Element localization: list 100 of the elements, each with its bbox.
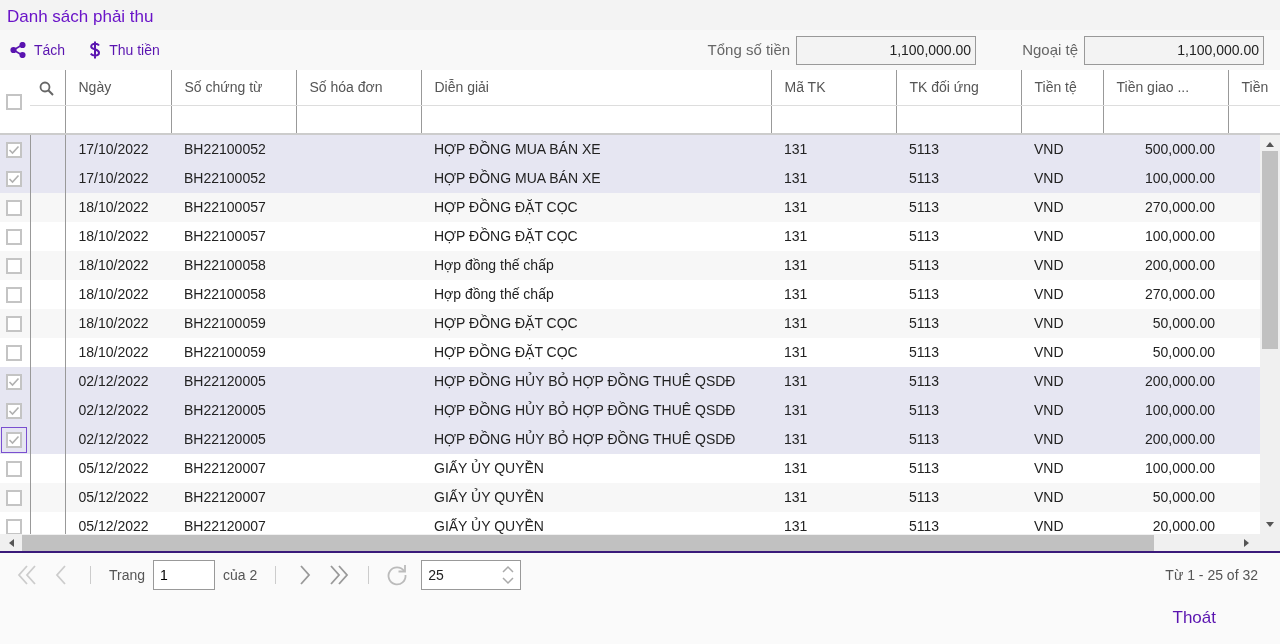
amount-field[interactable]: 1,100,000.00 xyxy=(796,35,977,65)
check-icon xyxy=(8,375,20,388)
search-icon[interactable] xyxy=(39,80,54,96)
scroll-right-icon[interactable] xyxy=(1244,538,1250,547)
page-count: của 2 xyxy=(223,565,258,585)
window-title: Danh sách phải thu xyxy=(0,0,1280,30)
toolbar-button[interactable]: Tách xyxy=(10,39,66,61)
table-cell: VND xyxy=(1021,135,1103,164)
field-label: Tổng số tiền xyxy=(707,39,791,60)
table-cell: 500,000.00 xyxy=(1103,135,1228,164)
table-cell: 17/10/2022 xyxy=(65,164,171,193)
table-cell: 50,000.00 xyxy=(1103,309,1228,338)
table-cell: BH22100059 xyxy=(171,309,296,338)
table-cell: 02/12/2022 xyxy=(65,367,171,396)
table-cell: 5113 xyxy=(896,367,1021,396)
table-cell: Hợp đồng thế chấp xyxy=(421,251,771,280)
table-cell: 100,000.00 xyxy=(1103,164,1228,193)
table-cell: 5113 xyxy=(896,251,1021,280)
table-cell: HỢP ĐỒNG HỦY BỎ HỢP ĐỒNG THUÊ QSDĐ xyxy=(421,396,771,425)
table-cell: HỢP ĐỒNG ĐẶT CỌC xyxy=(421,222,771,251)
table-cell: HỢP ĐỒNG HỦY BỎ HỢP ĐỒNG THUÊ QSDĐ xyxy=(421,367,771,396)
exit-button[interactable]: Thoát xyxy=(1172,605,1216,631)
scroll-down-icon[interactable] xyxy=(1266,522,1274,528)
table-cell: 20,000.00 xyxy=(1103,512,1228,534)
share-icon xyxy=(10,42,26,58)
table-cell: 50,000.00 xyxy=(1103,483,1228,512)
table-cell: 100,000.00 xyxy=(1103,454,1228,483)
table-cell: 131 xyxy=(771,454,896,483)
table-cell: VND xyxy=(1021,164,1103,193)
column-header[interactable]: TK đối ứng xyxy=(896,70,1021,105)
table-cell: 18/10/2022 xyxy=(65,251,171,280)
vertical-scrollbar[interactable] xyxy=(1260,135,1280,534)
table-cell: 131 xyxy=(771,512,896,534)
spinner-icon[interactable] xyxy=(502,565,515,585)
dollar-icon xyxy=(89,41,102,59)
column-header[interactable]: Diễn giải xyxy=(421,70,771,105)
toolbar-button[interactable]: Thu tiền xyxy=(89,39,160,61)
table-cell: 131 xyxy=(771,309,896,338)
check-icon xyxy=(8,143,20,156)
table-cell: HỢP ĐỒNG ĐẶT CỌC xyxy=(421,193,771,222)
table-cell: 131 xyxy=(771,338,896,367)
table-cell: 270,000.00 xyxy=(1103,280,1228,309)
scroll-left-icon[interactable] xyxy=(8,538,14,547)
table-cell: 200,000.00 xyxy=(1103,425,1228,454)
table-cell: 131 xyxy=(771,483,896,512)
page-field[interactable]: 1 xyxy=(153,560,216,590)
table-cell: BH22100057 xyxy=(171,222,296,251)
table-cell: 131 xyxy=(771,280,896,309)
table-cell: VND xyxy=(1021,338,1103,367)
column-header[interactable]: Tiền xyxy=(1228,70,1280,105)
table-cell: VND xyxy=(1021,396,1103,425)
table-cell: 5113 xyxy=(896,309,1021,338)
horizontal-scrollbar[interactable] xyxy=(0,534,1280,553)
table-cell: HỢP ĐỒNG ĐẶT CỌC xyxy=(421,309,771,338)
table-cell: 270,000.00 xyxy=(1103,193,1228,222)
table-cell: 131 xyxy=(771,367,896,396)
record-range: Từ 1 - 25 of 32 xyxy=(1165,565,1258,585)
column-header[interactable]: Tiền tệ xyxy=(1021,70,1103,105)
table-cell: HỢP ĐỒNG ĐẶT CỌC xyxy=(421,338,771,367)
table-cell: 05/12/2022 xyxy=(65,483,171,512)
amount-field[interactable]: 1,100,000.00 xyxy=(1084,35,1264,65)
table-cell: 131 xyxy=(771,135,896,164)
checkbox[interactable] xyxy=(1,426,27,453)
table-cell: 5113 xyxy=(896,135,1021,164)
table-cell: VND xyxy=(1021,367,1103,396)
page-size-field[interactable]: 25 xyxy=(421,560,522,590)
table-cell: BH22120007 xyxy=(171,454,296,483)
table-cell: 131 xyxy=(771,425,896,454)
page-label: Trang xyxy=(109,565,146,585)
table-cell: 18/10/2022 xyxy=(65,193,171,222)
table-cell: 131 xyxy=(771,222,896,251)
table-cell: VND xyxy=(1021,193,1103,222)
column-header[interactable]: Số hóa đơn xyxy=(296,70,421,105)
table-cell: 100,000.00 xyxy=(1103,396,1228,425)
table-cell: 5113 xyxy=(896,338,1021,367)
table-cell: 18/10/2022 xyxy=(65,222,171,251)
table-cell: VND xyxy=(1021,454,1103,483)
table-cell: 50,000.00 xyxy=(1103,338,1228,367)
scroll-up-icon[interactable] xyxy=(1266,141,1274,147)
table-cell: 200,000.00 xyxy=(1103,251,1228,280)
table-cell: 18/10/2022 xyxy=(65,280,171,309)
table-cell: BH22120005 xyxy=(171,396,296,425)
table-cell: 5113 xyxy=(896,512,1021,534)
field-label: Ngoại tệ xyxy=(1022,39,1078,60)
check-icon xyxy=(8,433,20,446)
table-cell: 100,000.00 xyxy=(1103,222,1228,251)
column-header[interactable]: Mã TK xyxy=(771,70,896,105)
table-cell: BH22120007 xyxy=(171,512,296,534)
column-header[interactable]: Ngày xyxy=(65,70,171,105)
table-cell: 131 xyxy=(771,251,896,280)
table-cell: BH22100052 xyxy=(171,164,296,193)
table-cell: VND xyxy=(1021,309,1103,338)
table-cell: 05/12/2022 xyxy=(65,454,171,483)
table-cell: BH22100059 xyxy=(171,338,296,367)
table-cell: 131 xyxy=(771,193,896,222)
table-cell: 5113 xyxy=(896,222,1021,251)
table-cell: BH22100058 xyxy=(171,280,296,309)
column-header[interactable]: Tiền giao ... xyxy=(1103,70,1228,105)
column-header[interactable]: Số chứng từ xyxy=(171,70,296,105)
table-cell: 02/12/2022 xyxy=(65,425,171,454)
